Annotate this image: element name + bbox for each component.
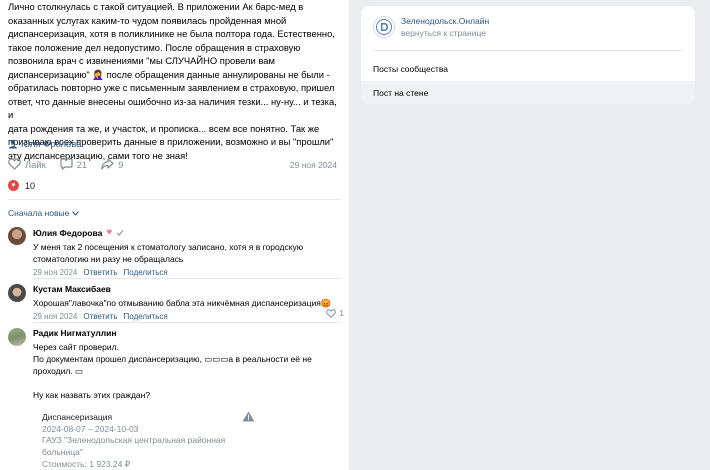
reactions-summary[interactable]: ♥ 10 [8,180,35,191]
divider [373,50,683,51]
share-icon [101,158,114,170]
warning-icon [242,411,255,422]
comment-item: Юлия Федорова ♥ У меня так 2 посещения к… [8,227,344,277]
reply-button[interactable]: Ответить [83,312,117,321]
post-column: Лично столкнулась с такой ситуацией. В п… [0,0,349,470]
comment-author[interactable]: Радик Нигматуллин [33,328,341,338]
comment-text: У меня так 2 посещения к стоматологу зап… [33,242,304,264]
chevron-down-icon [72,210,80,216]
comment-date[interactable]: 29 ноя 2024 [33,268,77,277]
sort-dropdown[interactable]: Сначала новые [8,208,80,218]
divider [8,199,341,200]
post-author-name[interactable]: Юля Фролова [21,138,81,149]
attachment-card[interactable]: Диспансеризация 2024-08-07 – 2024-10-03 … [42,412,272,470]
comment-author-name[interactable]: Юлия Федорова [33,228,102,238]
nav-item-wall-post[interactable]: Пост на стене [361,81,695,104]
post-actions: Лайк 21 9 [8,158,137,170]
comment-author[interactable]: Юлия Федорова ♥ [33,227,341,238]
attachment-org: ГАУЗ "Зеленодольская центральная районна… [42,435,226,457]
comment-author-name[interactable]: Радик Нигматуллин [33,328,116,338]
comments-count: 21 [76,158,88,170]
group-logo[interactable] [373,16,395,38]
share-link[interactable]: Поделиться [124,268,168,277]
divider [33,322,341,323]
like-label: Лайк [25,158,46,170]
heart-reaction-icon: ♥ [8,180,19,191]
sort-label: Сначала новые [8,208,70,218]
comment-item: Кустам Максибаев Хорошая"лавочка"по отмы… [8,284,344,321]
community-card: Зеленодольск.Онлайн вернуться к странице… [361,6,695,104]
comment-text: Через сайт проверил. По документам проше… [33,342,312,400]
comment-author-name[interactable]: Кустам Максибаев [33,284,111,294]
comment-like-button[interactable]: 1 [326,308,344,318]
comment-meta: 29 ноя 2024 Ответить Поделиться [33,312,341,321]
comment-item: Радик Нигматуллин Через сайт проверил. П… [8,328,344,470]
like-button[interactable]: Лайк [8,158,46,170]
reactions-count: 10 [25,180,36,191]
comment-author[interactable]: Кустам Максибаев [33,284,341,294]
post-author[interactable]: Юля Фролова [8,138,81,149]
back-to-page-link[interactable]: вернуться к странице [401,28,489,38]
group-name[interactable]: Зеленодольск.Онлайн [401,16,489,26]
post-date[interactable]: 29 ноя 2024 [290,160,337,170]
avatar[interactable] [8,328,26,346]
shares-count: 9 [118,158,124,170]
nav-item-community-posts[interactable]: Посты сообщества [361,57,695,81]
share-button[interactable]: 9 [101,158,123,170]
reply-button[interactable]: Ответить [83,268,117,277]
comments-button[interactable]: 21 [60,158,87,170]
comment-likes-count: 1 [339,308,344,318]
attachment-cost: Стоимость: 1 923.24 ₽ [42,459,131,469]
comment-text: Хорошая"лавочка"по отмыванию бабла эта н… [33,298,332,308]
attachment-title: Диспансеризация [42,412,113,422]
group-header[interactable]: Зеленодольск.Онлайн вернуться к странице [373,16,489,38]
heart-outline-icon [8,158,21,170]
divider [33,278,341,279]
comment-icon [60,158,73,170]
avatar[interactable] [8,284,26,302]
heart-emoji-icon: ♥ [106,227,113,238]
attachment-dates: 2024-08-07 – 2024-10-03 [42,424,139,434]
person-icon [9,139,17,148]
group-logo-icon [376,19,392,35]
heart-outline-icon [326,308,337,318]
checkmark-icon [116,229,124,236]
avatar[interactable] [8,227,26,245]
comment-date[interactable]: 29 ноя 2024 [33,312,77,321]
share-link[interactable]: Поделиться [124,312,168,321]
comment-meta: 29 ноя 2024 Ответить Поделиться [33,268,341,277]
